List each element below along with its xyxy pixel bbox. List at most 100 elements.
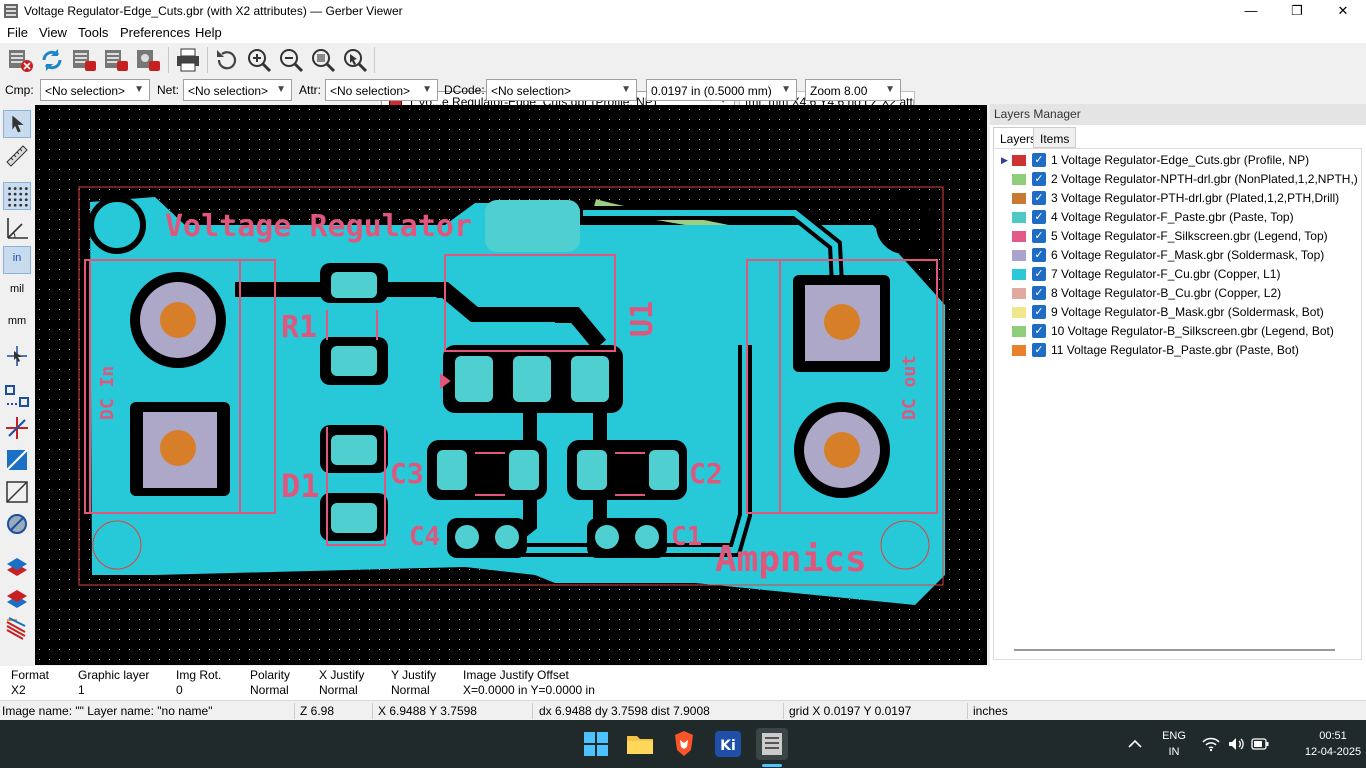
select-arrow-icon[interactable]	[3, 110, 31, 138]
zoom-in-icon[interactable]	[245, 46, 273, 74]
windows-start-icon[interactable]	[580, 728, 612, 760]
layer-row[interactable]: ✓ 7 Voltage Regulator-F_Cu.gbr (Copper, L…	[994, 265, 1360, 284]
open-job-icon[interactable]	[134, 46, 162, 74]
menu-view[interactable]: View	[39, 25, 67, 40]
layer-color-swatch[interactable]	[1012, 155, 1026, 166]
layer-name: 4 Voltage Regulator-F_Paste.gbr (Paste, …	[1051, 210, 1294, 224]
dcode-select[interactable]: <No selection> ▼	[486, 79, 637, 101]
layer-visibility-checkbox[interactable]: ✓	[1032, 210, 1046, 224]
zoom-out-icon[interactable]	[277, 46, 305, 74]
msg-value: 0	[176, 683, 183, 697]
layer-visibility-checkbox[interactable]: ✓	[1032, 305, 1046, 319]
language-indicator[interactable]: ENG	[1158, 730, 1190, 742]
gerbview-taskbar-icon[interactable]	[756, 728, 788, 760]
show-flashed-icon[interactable]	[3, 382, 31, 410]
layer-visibility-checkbox[interactable]: ✓	[1032, 267, 1046, 281]
menu-file[interactable]: File	[7, 25, 28, 40]
maximize-button[interactable]: ❐	[1274, 0, 1320, 23]
layer-visibility-checkbox[interactable]: ✓	[1032, 172, 1046, 186]
battery-icon[interactable]	[1251, 737, 1269, 751]
brave-browser-icon[interactable]	[668, 728, 700, 760]
menu-preferences[interactable]: Preferences	[120, 25, 190, 40]
chevron-up-icon[interactable]	[1125, 734, 1145, 754]
reload-icon[interactable]	[38, 46, 66, 74]
layer-color-swatch[interactable]	[1012, 307, 1026, 318]
kicad-icon[interactable]: Ki	[712, 728, 744, 760]
menu-help[interactable]: Help	[195, 25, 222, 40]
menu-tools[interactable]: Tools	[78, 25, 108, 40]
show-polygons-icon[interactable]	[3, 446, 31, 474]
layer-visibility-checkbox[interactable]: ✓	[1032, 286, 1046, 300]
attr-select[interactable]: <No selection> ▼	[325, 79, 438, 101]
print-icon[interactable]	[174, 46, 202, 74]
layer-color-swatch[interactable]	[1012, 288, 1026, 299]
layer-row[interactable]: ▶ ✓ 1 Voltage Regulator-Edge_Cuts.gbr (Pro…	[994, 151, 1360, 170]
tab-items[interactable]: Items	[1033, 127, 1077, 148]
layer-color-swatch[interactable]	[1012, 269, 1026, 280]
cmp-select[interactable]: <No selection> ▼	[40, 79, 150, 101]
show-lines-icon[interactable]	[3, 414, 31, 442]
layer-row[interactable]: ✓ 3 Voltage Regulator-PTH-drl.gbr (Plated…	[994, 189, 1360, 208]
file-explorer-icon[interactable]	[624, 728, 656, 760]
open-gerber-icon[interactable]	[70, 46, 98, 74]
c2-label: C2	[689, 457, 723, 490]
full-cursor-icon[interactable]	[3, 342, 31, 370]
net-select[interactable]: <No selection> ▼	[183, 79, 292, 101]
measure-ruler-icon[interactable]	[3, 142, 31, 170]
layer-row[interactable]: ✓ 11 Voltage Regulator-B_Paste.gbr (Paste…	[994, 341, 1360, 360]
units-mm-button[interactable]: mm	[3, 310, 31, 338]
layers-diff-icon[interactable]	[3, 550, 31, 578]
layer-visibility-checkbox[interactable]: ✓	[1032, 343, 1046, 357]
close-button[interactable]: ✕	[1320, 0, 1366, 23]
layer-visibility-checkbox[interactable]: ✓	[1032, 153, 1046, 167]
horizontal-scrollbar[interactable]	[1014, 649, 1335, 651]
minimize-button[interactable]: —	[1228, 0, 1274, 23]
clear-layers-icon[interactable]	[6, 46, 34, 74]
layer-visibility-checkbox[interactable]: ✓	[1032, 191, 1046, 205]
layer-visibility-checkbox[interactable]: ✓	[1032, 229, 1046, 243]
region-indicator[interactable]: IN	[1158, 746, 1190, 758]
layer-row[interactable]: ✓ 2 Voltage Regulator-NPTH-drl.gbr (NonPl…	[994, 170, 1360, 189]
smd-pad	[331, 346, 377, 376]
grid-select[interactable]: 0.0197 in (0.5000 mm) ▼	[646, 79, 797, 101]
layer-color-swatch[interactable]	[1012, 345, 1026, 356]
layer-visibility-checkbox[interactable]: ✓	[1032, 248, 1046, 262]
layers-stack-icon[interactable]	[3, 582, 31, 610]
zoom-select[interactable]: Zoom 8.00 ▼	[805, 79, 901, 101]
units-inches-button[interactable]: in	[3, 246, 31, 274]
toolbar-separator	[374, 47, 375, 73]
grid-toggle-icon[interactable]	[3, 182, 31, 210]
open-drill-icon[interactable]	[102, 46, 130, 74]
layer-row[interactable]: ✓ 8 Voltage Regulator-B_Cu.gbr (Copper, L…	[994, 284, 1360, 303]
zoom-fit-icon[interactable]	[309, 46, 337, 74]
clock-time[interactable]: 00:51	[1304, 730, 1362, 742]
zoom-selection-icon[interactable]	[341, 46, 369, 74]
polar-coords-icon[interactable]	[3, 214, 31, 242]
units-mil-button[interactable]: mil	[3, 278, 31, 306]
gerber-canvas[interactable]: Voltage Regulator Ampnics R1 U1 D1 C3 C2…	[35, 105, 987, 665]
layer-color-swatch[interactable]	[1012, 212, 1026, 223]
redraw-icon[interactable]	[213, 46, 241, 74]
layers-manager-toggle-icon[interactable]	[3, 614, 31, 642]
layer-row[interactable]: ✓ 10 Voltage Regulator-B_Silkscreen.gbr (…	[994, 322, 1360, 341]
menu-bar: File View Tools Preferences Help	[0, 23, 1366, 43]
clock-date[interactable]: 12-04-2025	[1304, 746, 1362, 758]
layer-color-swatch[interactable]	[1012, 250, 1026, 261]
smd-pad	[437, 450, 467, 490]
show-negative-icon[interactable]	[3, 478, 31, 506]
layer-row[interactable]: ✓ 4 Voltage Regulator-F_Paste.gbr (Paste,…	[994, 208, 1360, 227]
show-dcodes-icon[interactable]	[3, 510, 31, 538]
layer-row[interactable]: ✓ 5 Voltage Regulator-F_Silkscreen.gbr (L…	[994, 227, 1360, 246]
dcode-label: DCode:	[444, 83, 485, 97]
layer-color-swatch[interactable]	[1012, 231, 1026, 242]
layer-color-swatch[interactable]	[1012, 174, 1026, 185]
layer-visibility-checkbox[interactable]: ✓	[1032, 324, 1046, 338]
layer-color-swatch[interactable]	[1012, 326, 1026, 337]
net-value: <No selection>	[188, 84, 269, 98]
status-divider	[783, 703, 784, 719]
layer-color-swatch[interactable]	[1012, 193, 1026, 204]
layer-row[interactable]: ✓ 9 Voltage Regulator-B_Mask.gbr (Solderm…	[994, 303, 1360, 322]
wifi-icon[interactable]	[1202, 736, 1220, 752]
layer-row[interactable]: ✓ 6 Voltage Regulator-F_Mask.gbr (Solderm…	[994, 246, 1360, 265]
volume-icon[interactable]	[1227, 736, 1245, 752]
